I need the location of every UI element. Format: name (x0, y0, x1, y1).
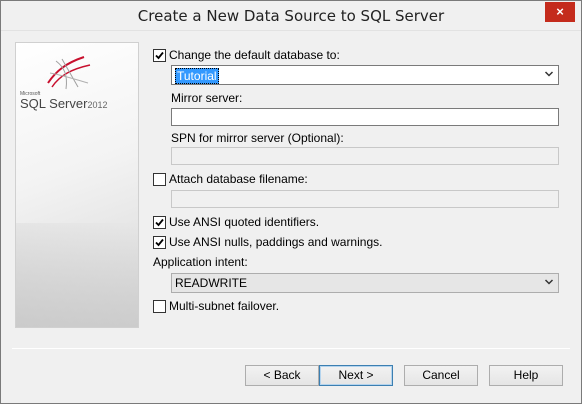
default-database-combobox[interactable]: Tutorial (171, 65, 559, 85)
ansi-quoted-label: Use ANSI quoted identifiers. (169, 215, 320, 229)
sql-server-logo: Microsoft SQL Server2012 (20, 53, 136, 113)
ansi-nulls-label: Use ANSI nulls, paddings and warnings. (169, 235, 383, 249)
product-year: 2012 (87, 100, 108, 110)
panel-decoration (16, 223, 138, 327)
sql-server-logo-icon (47, 56, 91, 90)
mirror-server-input[interactable] (171, 108, 559, 126)
dialog-window: Create a New Data Source to SQL Server ×… (0, 0, 582, 404)
spn-mirror-input[interactable] (171, 147, 559, 165)
ansi-quoted-checkbox[interactable] (153, 216, 166, 229)
chevron-down-icon (544, 71, 554, 77)
cancel-button[interactable]: Cancel (404, 365, 478, 386)
mirror-server-label: Mirror server: (171, 91, 243, 105)
default-database-label: Change the default database to: (169, 48, 340, 62)
application-intent-value: READWRITE (175, 276, 247, 290)
next-button[interactable]: Next > (319, 365, 393, 386)
chevron-down-icon (544, 279, 554, 285)
multi-subnet-checkbox[interactable] (153, 300, 166, 313)
product-name: SQL Server2012 (20, 96, 107, 111)
application-intent-select[interactable]: READWRITE (171, 273, 559, 293)
branding-panel: Microsoft SQL Server2012 (15, 42, 139, 328)
multi-subnet-label: Multi-subnet failover. (169, 299, 280, 313)
attach-database-checkbox[interactable] (153, 173, 166, 186)
attach-database-input[interactable] (171, 190, 559, 208)
attach-database-label: Attach database filename: (169, 172, 308, 186)
close-button[interactable]: × (545, 2, 575, 22)
window-title: Create a New Data Source to SQL Server (137, 7, 445, 25)
product-label: SQL Server (20, 96, 88, 111)
close-icon: × (556, 4, 564, 19)
default-database-value: Tutorial (175, 68, 219, 84)
checkmark-icon (155, 238, 164, 247)
checkmark-icon (155, 218, 164, 227)
spn-mirror-label: SPN for mirror server (Optional): (171, 131, 344, 145)
application-intent-label: Application intent: (153, 255, 248, 269)
help-button[interactable]: Help (489, 365, 563, 386)
ansi-nulls-checkbox[interactable] (153, 236, 166, 249)
checkmark-icon (155, 51, 164, 60)
title-bar[interactable]: Create a New Data Source to SQL Server × (1, 1, 581, 31)
default-database-checkbox[interactable] (153, 49, 166, 62)
back-button[interactable]: < Back (245, 365, 319, 386)
footer-divider (12, 348, 570, 349)
